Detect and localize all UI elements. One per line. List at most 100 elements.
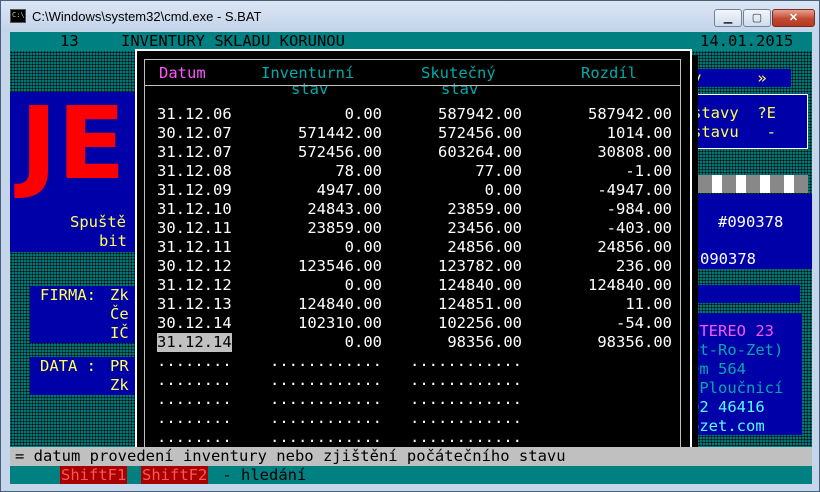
cell-datum: 30.12.12: [157, 257, 232, 275]
empty-row[interactable]: ................................: [145, 390, 682, 409]
table-row[interactable]: 31.12.07 572456.00 603264.00 30808.00: [145, 143, 682, 162]
cell-datum: 31.12.10: [157, 200, 232, 218]
col-datum-header: Datum: [159, 64, 206, 82]
table-row[interactable]: 31.12.08 78.00 77.00 -1.00: [145, 162, 682, 181]
table-row[interactable]: 31.12.10 24843.00 23859.00 -984.00: [145, 200, 682, 219]
inventory-table: Datum Inventurní stav Skutečný stav Rozd…: [144, 59, 681, 452]
maximize-button[interactable]: ▢: [743, 9, 771, 27]
cell-rozdil: 587942.00: [588, 105, 672, 123]
cell-datum: 30.12.11: [157, 219, 232, 237]
close-button[interactable]: ✕: [772, 9, 815, 27]
status-text: = datum provedení inventury nebo zjištěn…: [15, 447, 566, 465]
cell-datum: 30.12.14: [157, 314, 232, 332]
intro-line-2: bit: [99, 232, 127, 250]
empty-skutecny: ............: [410, 428, 522, 446]
cell-datum: 31.12.06: [157, 105, 232, 123]
data-label: DATA :: [40, 357, 96, 375]
search-hint: - hledání: [213, 466, 307, 484]
right-code-1: #090378: [718, 213, 784, 231]
empty-row[interactable]: ................................: [145, 352, 682, 371]
cell-datum: 31.12.12: [157, 276, 232, 294]
console-area[interactable]: 13 INVENTURY SKLADU KORUNOU 14.01.2015 J…: [10, 32, 812, 484]
cell-skutecny: 587942.00: [438, 105, 522, 123]
table-row[interactable]: 31.12.14 0.00 98356.00 98356.00: [145, 333, 682, 352]
title-bar[interactable]: C:\ C:\Windows\system32\cmd.exe - S.BAT …: [1, 1, 819, 31]
minimize-button[interactable]: ▁: [714, 9, 742, 27]
console-icon: C:\: [10, 9, 26, 23]
table-row[interactable]: 31.12.06 0.00 587942.00 587942.00: [145, 105, 682, 124]
cell-rozdil: 124840.00: [588, 276, 672, 294]
empty-skutecny: ............: [410, 409, 522, 427]
cell-rozdil: 24856.00: [597, 238, 672, 256]
cell-datum: 31.12.11: [157, 238, 232, 256]
empty-skutecny: ............: [410, 352, 522, 370]
cell-datum: 31.12.14: [157, 333, 232, 352]
cell-rozdil: 11.00: [625, 295, 672, 313]
table-row[interactable]: 31.12.11 0.00 24856.00 24856.00: [145, 238, 682, 257]
cell-skutecny: 23456.00: [447, 219, 522, 237]
right-info-4: Ploučnicí: [690, 379, 784, 397]
table-row[interactable]: 31.12.12 0.00 124840.00 124840.00: [145, 276, 682, 295]
cell-rozdil: 1014.00: [606, 124, 672, 142]
empty-inventurni: ............: [270, 409, 382, 427]
empty-skutecny: ............: [410, 371, 522, 389]
header-date: 14.01.2015: [700, 32, 794, 50]
table-row[interactable]: 31.12.09 4947.00 0.00 -4947.00: [145, 181, 682, 200]
empty-datum: ........: [157, 428, 232, 446]
cell-inventurni: 0.00: [344, 333, 382, 351]
right-menu-1: stavy ?E: [692, 104, 776, 122]
cell-skutecny: 603264.00: [438, 143, 522, 161]
data-line-1: PR: [110, 357, 129, 375]
firma-line-1: Zk: [110, 286, 129, 304]
cell-inventurni: 24843.00: [307, 200, 382, 218]
header-divider: [145, 85, 680, 86]
empty-datum: ........: [157, 371, 232, 389]
data-line-2: Zk: [110, 376, 129, 394]
cell-datum: 31.12.07: [157, 143, 232, 161]
right-bar-pattern: [698, 175, 808, 193]
cell-skutecny: 23859.00: [447, 200, 522, 218]
firma-label: FIRMA:: [40, 286, 96, 304]
inventory-panel: Datum Inventurní stav Skutečný stav Rozd…: [135, 49, 692, 462]
cell-inventurni: 23859.00: [307, 219, 382, 237]
cell-rozdil: 236.00: [616, 257, 672, 275]
shift-f1-key[interactable]: ShiftF1: [60, 466, 128, 484]
empty-datum: ........: [157, 409, 232, 427]
cmd-window: C:\ C:\Windows\system32\cmd.exe - S.BAT …: [0, 0, 820, 492]
right-code-2: 090378: [700, 250, 756, 268]
empty-inventurni: ............: [270, 371, 382, 389]
cell-inventurni: 0.00: [344, 276, 382, 294]
cell-skutecny: 572456.00: [438, 124, 522, 142]
cell-rozdil: -54.00: [616, 314, 672, 332]
empty-inventurni: ............: [270, 390, 382, 408]
right-stripe: [692, 285, 800, 303]
cell-datum: 31.12.13: [157, 295, 232, 313]
right-arrow-text: y »: [692, 69, 767, 87]
table-row[interactable]: 30.12.14 102310.00 102256.00 -54.00: [145, 314, 682, 333]
empty-row[interactable]: ................................: [145, 428, 682, 447]
empty-row[interactable]: ................................: [145, 409, 682, 428]
header-number: 13: [60, 32, 79, 50]
empty-inventurni: ............: [270, 428, 382, 446]
logo-text: JE: [20, 85, 126, 202]
table-row[interactable]: 30.12.11 23859.00 23456.00 -403.00: [145, 219, 682, 238]
status-bar: = datum provedení inventury nebo zjištěn…: [10, 447, 812, 466]
cell-inventurni: 0.00: [344, 238, 382, 256]
shift-f2-key[interactable]: ShiftF2: [141, 466, 209, 484]
table-row[interactable]: 30.12.07 571442.00 572456.00 1014.00: [145, 124, 682, 143]
right-menu-2: stavu -: [692, 123, 776, 141]
cell-rozdil: -4947.00: [597, 181, 672, 199]
cell-skutecny: 124851.00: [438, 295, 522, 313]
table-row[interactable]: 31.12.13 124840.00 124851.00 11.00: [145, 295, 682, 314]
table-row[interactable]: 30.12.12 123546.00 123782.00 236.00: [145, 257, 682, 276]
empty-row[interactable]: ................................: [145, 371, 682, 390]
window-title: C:\Windows\system32\cmd.exe - S.BAT: [32, 9, 262, 24]
col-skutecny-subheader: stav: [441, 80, 479, 98]
cell-datum: 31.12.09: [157, 181, 232, 199]
empty-datum: ........: [157, 390, 232, 408]
cell-rozdil: -403.00: [606, 219, 672, 237]
cell-skutecny: 0.00: [484, 181, 522, 199]
cell-skutecny: 124840.00: [438, 276, 522, 294]
right-info-1: STEREO 23: [690, 322, 774, 340]
cell-rozdil: -1.00: [625, 162, 672, 180]
